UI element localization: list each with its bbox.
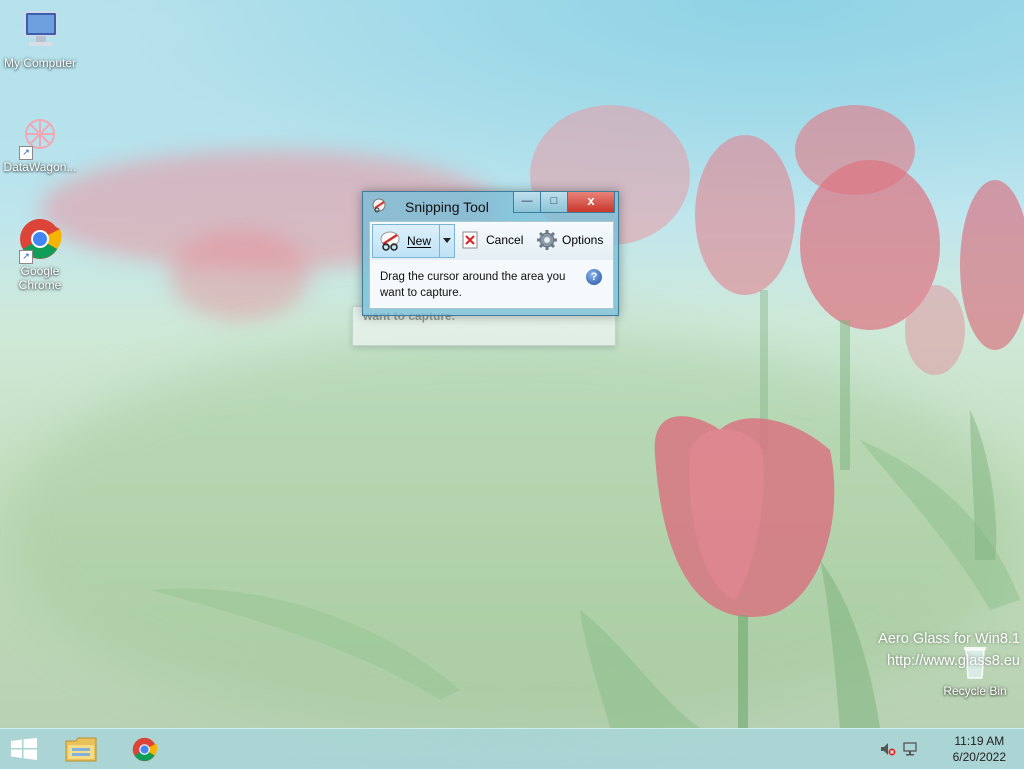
close-button[interactable]: x xyxy=(567,192,615,213)
file-explorer-taskbar-button[interactable] xyxy=(53,729,109,769)
snip-mode-dropdown[interactable] xyxy=(439,224,455,258)
shortcut-arrow-icon: ↗ xyxy=(19,146,33,160)
cancel-icon xyxy=(462,231,478,249)
clock-time: 11:19 AM xyxy=(954,734,1005,748)
network-icon[interactable] xyxy=(902,741,918,757)
instruction-panel: Drag the cursor around the area you want… xyxy=(369,260,614,309)
desktop-icon-label: DataWagon... xyxy=(3,160,77,174)
snipping-tool-app-icon xyxy=(372,198,386,213)
system-tray: 11:19 AM 6/20/2022 xyxy=(864,729,1024,769)
window-title: Snipping Tool xyxy=(405,199,489,215)
volume-muted-icon[interactable] xyxy=(880,742,896,756)
help-icon[interactable]: ? xyxy=(586,269,602,285)
desktop-icon-label: Recycle Bin xyxy=(943,684,1007,698)
options-button[interactable]: Options xyxy=(532,224,610,256)
computer-icon xyxy=(17,8,63,54)
window-titlebar[interactable]: Snipping Tool — □ x xyxy=(363,192,618,220)
aero-glass-watermark: Aero Glass for Win8.1 http://www.glass8.… xyxy=(878,628,1020,672)
snipping-toolbar: New Cancel Options xyxy=(369,221,614,261)
chevron-down-icon xyxy=(443,238,451,243)
snipping-tool-window[interactable]: Snipping Tool — □ x New Cancel Options D… xyxy=(362,191,619,316)
cancel-button[interactable]: Cancel xyxy=(459,224,529,256)
google-chrome-desktop-icon[interactable]: ↗ Google Chrome xyxy=(0,216,80,292)
new-snip-icon xyxy=(380,231,400,251)
watermark-line2: http://www.glass8.eu xyxy=(887,653,1020,669)
taskbar: 11:19 AM 6/20/2022 xyxy=(0,728,1024,769)
chrome-icon: ↗ xyxy=(17,216,63,264)
desktop-wallpaper xyxy=(0,0,1024,768)
my-computer-desktop-icon[interactable]: My Computer xyxy=(0,8,80,70)
options-label: Options xyxy=(562,233,604,247)
windows-logo-icon xyxy=(11,738,37,760)
taskbar-clock[interactable]: 11:19 AM 6/20/2022 xyxy=(953,733,1006,765)
instruction-text: Drag the cursor around the area you want… xyxy=(380,271,566,299)
new-snip-button[interactable]: New xyxy=(372,224,440,258)
chrome-icon xyxy=(132,737,158,762)
shortcut-arrow-icon: ↗ xyxy=(19,250,33,264)
clock-date: 6/20/2022 xyxy=(952,750,1006,764)
chrome-taskbar-button[interactable] xyxy=(117,729,173,769)
datawagon-desktop-icon[interactable]: ↗ DataWagon... xyxy=(0,112,80,174)
desktop-icon-label: Google Chrome xyxy=(18,264,62,292)
desktop-icon-label: My Computer xyxy=(3,56,77,70)
folder-icon xyxy=(65,737,97,762)
gear-icon xyxy=(537,230,557,250)
start-button[interactable] xyxy=(0,729,56,769)
watermark-line1: Aero Glass for Win8.1 xyxy=(878,631,1020,647)
minimize-button[interactable]: — xyxy=(513,192,541,213)
datawagon-app-icon: ↗ xyxy=(17,112,63,160)
maximize-button[interactable]: □ xyxy=(540,192,568,213)
cancel-label: Cancel xyxy=(486,233,524,247)
new-snip-label: New xyxy=(407,234,432,248)
